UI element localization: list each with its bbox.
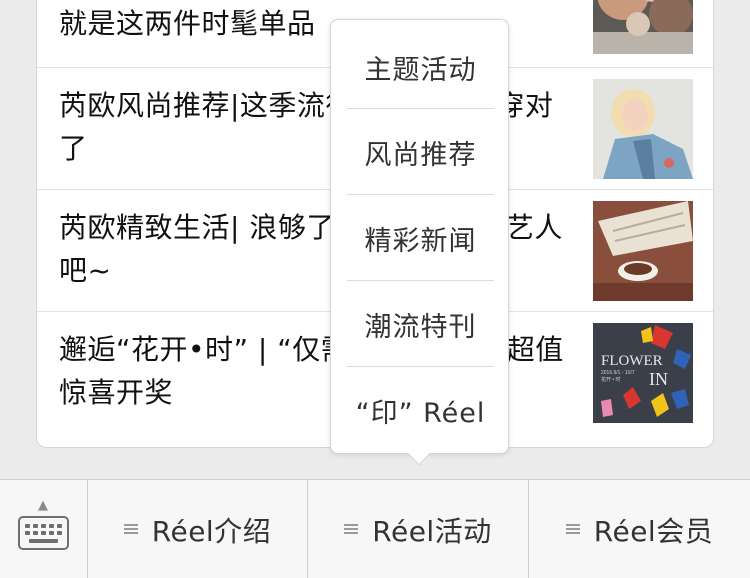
book-coffee-photo-icon (593, 201, 693, 301)
menu-tab-label: Réel会员 (593, 514, 714, 548)
keyboard-icon (18, 516, 69, 550)
submenu-item-style-picks[interactable]: 风尚推荐 (331, 109, 510, 195)
flowers-photo-icon (593, 0, 693, 54)
menu-lines-icon (565, 524, 580, 535)
poster-line2: IN (649, 369, 668, 389)
menu-tab-reel-members[interactable]: Réel会员 (529, 480, 750, 578)
menu-tab-label: Réel活动 (372, 514, 492, 548)
flower-in-poster-icon: FLOWER 2016.9/1 - 10/7 花开 • 时 IN (593, 323, 693, 423)
submenu-item-theme-events[interactable]: 主题活动 (331, 24, 510, 110)
submenu-popup: 主题活动 风尚推荐 精彩新闻 潮流特刊 “印” Réel (330, 19, 510, 466)
poster-date: 2016.9/1 - 10/7 (601, 370, 635, 376)
menu-tab-reel-events[interactable]: Réel活动 (308, 480, 529, 578)
submenu-item-news[interactable]: 精彩新闻 (331, 195, 510, 281)
bottom-menu-bar: ▲ Réel介绍 Réel活动 Réel会员 (0, 479, 750, 578)
menu-tab-reel-intro[interactable]: Réel介绍 (88, 480, 308, 578)
caret-up-icon: ▲ (38, 498, 48, 513)
menu-lines-icon (344, 524, 359, 535)
denim-jacket-photo-icon (593, 79, 693, 179)
keyboard-toggle-button[interactable]: ▲ (0, 480, 88, 578)
menu-tab-label: Réel介绍 (151, 514, 272, 548)
menu-lines-icon (123, 524, 138, 535)
submenu-item-trend-issue[interactable]: 潮流特刊 (331, 281, 510, 367)
poster-sub: 花开 • 时 (601, 376, 621, 383)
poster-line1: FLOWER (601, 353, 663, 369)
submenu-item-yin-reel[interactable]: “印” Réel (331, 367, 510, 453)
